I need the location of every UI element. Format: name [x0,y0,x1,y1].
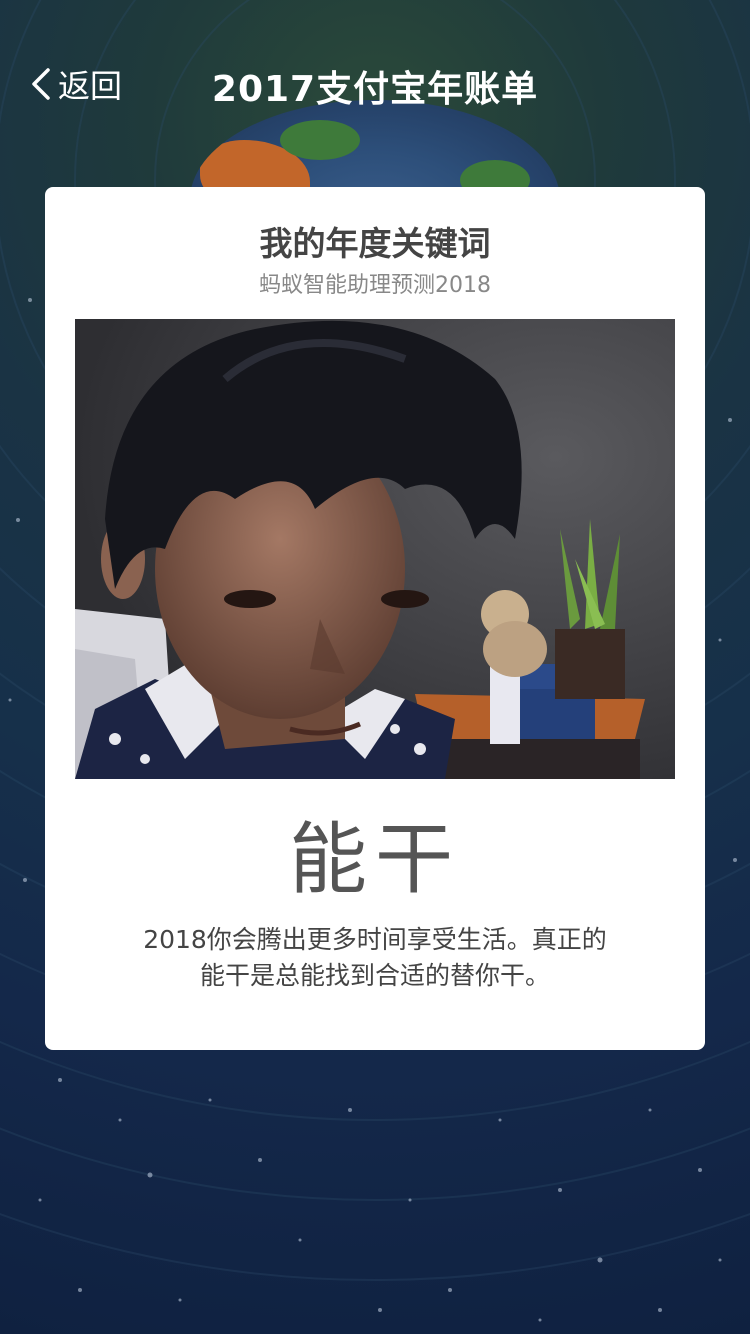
card-title: 我的年度关键词 [259,224,491,263]
keyword-card: 我的年度关键词 蚂蚁智能助理预测2018 能干 2018你会腾出更多时间享受生活… [45,187,705,1050]
description-line-2: 能干是总能找到合适的替你干。 [199,961,550,990]
keyword-text: 能干 [288,815,461,905]
user-photo [75,319,675,779]
page-title: 2017支付宝年账单 [211,69,539,110]
navigation-bar: 返回 2017支付宝年账单 [0,0,750,170]
card-subtitle: 蚂蚁智能助理预测2018 [259,273,491,298]
keyword-description: 2018你会腾出更多时间享受生活。真正的 能干是总能找到合适的替你干。 [105,922,645,994]
annual-bill-screen: 返回 2017支付宝年账单 我的年度关键词 蚂蚁智能助理预测2018 能干 20… [0,0,750,1334]
description-line-1: 2018你会腾出更多时间享受生活。真正的 [143,925,607,954]
